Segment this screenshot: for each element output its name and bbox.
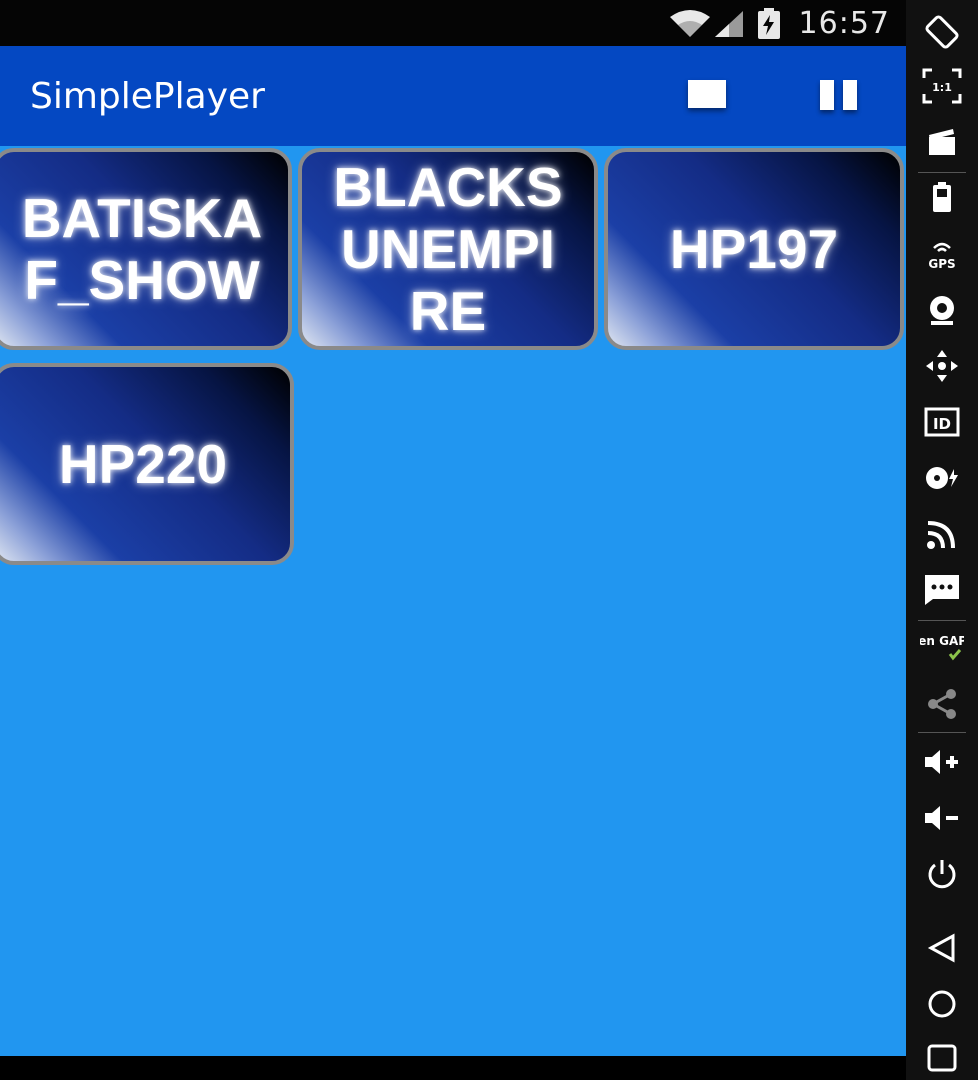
screen-record-icon[interactable] (918, 120, 966, 164)
tile-blacksunempire[interactable]: BLACKS UNEMPI RE (298, 148, 598, 350)
opengapps-label: Open GAPPS (920, 634, 964, 648)
volume-down-icon[interactable] (918, 796, 966, 840)
opengapps-icon[interactable]: Open GAPPS (918, 626, 966, 670)
dpad-move-icon[interactable] (918, 344, 966, 388)
tile-label: HP197 (669, 218, 839, 280)
stop-button[interactable] (688, 80, 726, 108)
wifi-icon (670, 10, 710, 37)
status-bar: 16:57 (0, 0, 906, 46)
tile-hp220[interactable]: HP220 (0, 363, 294, 565)
app-title: SimplePlayer (30, 76, 265, 117)
gps-label: GPS (928, 257, 955, 271)
power-icon[interactable] (918, 852, 966, 896)
pause-bar-left (820, 80, 834, 110)
id-label: ID (933, 415, 951, 433)
scale-label: 1:1 (932, 81, 952, 94)
tile-label: BATISKA F_SHOW (21, 187, 263, 311)
back-icon[interactable] (918, 926, 966, 970)
disk-flash-icon[interactable] (918, 456, 966, 500)
cast-icon[interactable] (918, 512, 966, 556)
status-time: 16:57 (798, 6, 890, 41)
pause-bar-right (843, 80, 857, 110)
camera-icon[interactable] (918, 288, 966, 332)
battery-icon[interactable] (918, 176, 966, 220)
volume-up-icon[interactable] (918, 740, 966, 784)
share-icon[interactable] (918, 682, 966, 726)
recent-apps-icon[interactable] (918, 1036, 966, 1080)
bottom-edge (0, 1056, 906, 1080)
tile-hp197[interactable]: HP197 (604, 148, 904, 350)
device-screen: 16:57 SimplePlayer BATISKA F_SHOW BLACKS… (0, 0, 906, 1080)
emulator-toolbar: 1:1 GPS ID Open GAPPS (906, 0, 978, 1080)
app-bar: SimplePlayer (0, 46, 906, 146)
tile-grid: BATISKA F_SHOW BLACKS UNEMPI RE HP197 HP… (0, 146, 906, 1056)
pause-button[interactable] (818, 80, 860, 110)
tile-label: BLACKS UNEMPI RE (333, 156, 563, 342)
battery-charging-icon (758, 8, 780, 39)
rotate-icon[interactable] (918, 10, 966, 54)
tile-batiskaf-show[interactable]: BATISKA F_SHOW (0, 148, 292, 350)
id-icon[interactable]: ID (918, 400, 966, 444)
gps-icon[interactable]: GPS (918, 232, 966, 276)
cell-signal-icon (715, 11, 743, 37)
home-icon[interactable] (918, 982, 966, 1026)
scale-one-to-one-icon[interactable]: 1:1 (918, 64, 966, 108)
tile-label: HP220 (58, 433, 228, 495)
sms-icon[interactable] (918, 568, 966, 612)
